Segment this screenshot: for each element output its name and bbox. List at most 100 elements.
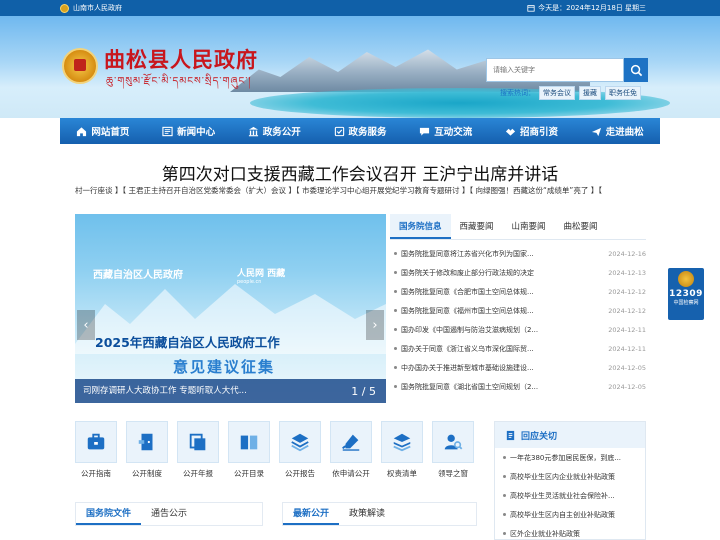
list-item[interactable]: 国务院批复同意《合肥市国土空间总体规... 2024-12-12 [390,282,646,301]
nav-item-home[interactable]: 网站首页 [60,118,146,144]
nav-item-gov-affairs[interactable]: 政务公开 [231,118,317,144]
tab-state-council[interactable]: 国务院信息 [390,214,451,239]
door-icon [138,433,153,451]
bullet [394,271,397,274]
slide-big-text: 意见建议征集 [173,358,276,376]
news-title: 国办关于同意《浙江省义乌市深化国际贸... [401,344,534,353]
procuratorate-12309-badge[interactable]: 12309 中国检察网 [668,268,704,320]
top-headline[interactable]: 第四次对口支援西藏工作会议召开 王沪宁出席并讲话 [60,160,660,185]
reply-title: 区外企业就业补贴政策 [510,529,580,538]
hot-term[interactable]: 援藏 [579,86,601,100]
list-item[interactable]: 国务院批复同意《湖北省国土空间规划（2... 2024-12-05 [390,377,646,396]
news-date: 2024-12-12 [608,306,646,315]
news-title: 国务院批复同意《合肥市国土空间总体规... [401,287,534,296]
hot-search-terms: 搜索热词： 常务会议 援藏 职务任免 [500,86,641,100]
list-item[interactable]: 高校毕业生区内企业就业补贴政策 [495,467,645,486]
briefcase-icon [87,433,105,450]
parent-site-link[interactable]: 山南市人民政府 [73,0,122,16]
quick-link-box [279,421,321,463]
news-icon [162,126,173,136]
reply-title: 高校毕业生灵活就业社会保险补... [510,491,615,500]
tab-latest-disclosure[interactable]: 最新公开 [283,503,340,525]
news-title: 国务院批复同意《福州市国土空间总体规... [401,306,534,315]
person-search-icon [444,434,463,450]
slide-org-name: 西藏自治区人民政府 [93,270,183,281]
site-subtitle-tibetan: ཆུ་གསུམ་རྫོང་མི་དམངས་སྲིད་གཞུང་། [106,76,252,87]
tab-qusong-news[interactable]: 曲松要闻 [555,214,607,239]
news-title: 中办国办关于推进新型城市基础设施建设... [401,363,534,372]
calendar-icon [527,5,535,12]
tab-tibet-news[interactable]: 西藏要闻 [451,214,503,239]
quick-link-box [75,421,117,463]
search-icon [630,64,642,76]
quick-link-label: 公开报告 [285,469,315,478]
national-emblem-icon [60,3,69,13]
search-button[interactable] [624,58,648,82]
hot-term[interactable]: 常务会议 [539,86,575,100]
nav-item-label: 互动交流 [434,127,473,138]
hot-search-label: 搜索热词： [500,89,535,97]
slide-caption[interactable]: 司刚存调研人大政协工作 专题听取人大代... [75,379,386,403]
copy-icon [189,433,206,451]
top-bar: 山南市人民政府 今天是：2024年12月18日 星期三 [0,0,720,16]
list-item[interactable]: 区外企业就业补贴政策 [495,524,645,539]
hot-term[interactable]: 职务任免 [605,86,641,100]
bullet [394,328,397,331]
tab-state-council-docs[interactable]: 国务院文件 [76,503,142,525]
list-item[interactable]: 高校毕业生区内自主创业补贴政策 [495,505,645,524]
document-icon [506,430,515,440]
bullet [503,475,506,478]
bullet [394,309,397,312]
emblem-icon [678,271,694,287]
slide-media-sub: people.cn [237,279,262,285]
list-item[interactable]: 高校毕业生灵活就业社会保险补... [495,486,645,505]
tab-notices[interactable]: 通告公示 [141,503,197,525]
quick-links: 公开指南 公开制度 公开年报 公开目录 公开报告 依申请公开 权责清单 领导之窗 [75,421,477,481]
quick-link-system[interactable]: 公开制度 [126,421,168,481]
list-item[interactable]: 国务院批复同意将江苏省兴化市列为国家... 2024-12-16 [390,244,646,263]
response-concerns-panel: 回应关切 一年花380元参加居民医保，到底... 高校毕业生区内企业就业补贴政策… [494,421,646,540]
quick-link-leaders[interactable]: 领导之窗 [432,421,474,481]
list-item[interactable]: 国务院关于修改和废止部分行政法规的决定 2024-12-13 [390,263,646,282]
nav-item-about-qusong[interactable]: 走进曲松 [574,118,660,144]
nav-item-interaction[interactable]: 互动交流 [403,118,489,144]
quick-link-box [126,421,168,463]
list-item[interactable]: 国务院批复同意《福州市国土空间总体规... 2024-12-12 [390,301,646,320]
quick-link-guide[interactable]: 公开指南 [75,421,117,481]
news-date: 2024-12-16 [608,249,646,258]
news-title: 国办印发《中国遏制与防治艾滋病规划（2... [401,325,539,334]
nav-item-gov-service[interactable]: 政务服务 [317,118,403,144]
news-slideshow[interactable]: 西藏自治区人民政府 人民网 西藏 people.cn 2025年西藏自治区人民政府… [75,214,386,403]
quick-link-box [228,421,270,463]
quick-link-apply[interactable]: 依申请公开 [330,421,372,481]
tab-shannan-news[interactable]: 山南要闻 [503,214,555,239]
news-date: 2024-12-11 [608,344,646,353]
list-item[interactable]: 国办印发《中国遏制与防治艾滋病规划（2... 2024-12-11 [390,320,646,339]
list-item[interactable]: 中办国办关于推进新型城市基础设施建设... 2024-12-05 [390,358,646,377]
quick-link-catalog[interactable]: 公开目录 [228,421,270,481]
slide-prev-button[interactable]: ‹ [77,310,95,340]
news-date: 2024-12-05 [608,363,646,372]
news-date: 2024-12-13 [608,268,646,277]
search-input[interactable] [486,58,624,82]
news-title: 国务院关于修改和废止部分行政法规的决定 [401,268,534,277]
nav-item-investment[interactable]: 招商引资 [489,118,575,144]
list-item[interactable]: 国办关于同意《浙江省义乌市深化国际贸... 2024-12-11 [390,339,646,358]
chevron-left-icon: ‹ [83,317,89,333]
news-title: 国务院批复同意将江苏省兴化市列为国家... [401,249,534,258]
book-icon [240,435,258,450]
quick-link-label: 权责清单 [387,469,417,478]
bullet [503,532,506,535]
list-item[interactable]: 一年花380元参加居民医保，到底... [495,448,645,467]
chevron-right-icon: › [372,317,378,333]
quick-link-power-list[interactable]: 权责清单 [381,421,423,481]
quick-link-annual-report[interactable]: 公开年报 [177,421,219,481]
news-ticker[interactable]: 村一行座谈 】【 王君正主持召开自治区党委常委会（扩大）会议 】【 市委理论学习… [75,185,649,196]
quick-link-report[interactable]: 公开报告 [279,421,321,481]
service-icon [334,126,344,136]
slide-next-button[interactable]: › [366,310,384,340]
slide-caption-text: 司刚存调研人大政协工作 专题听取人大代... [83,386,247,396]
tab-policy-interpretation[interactable]: 政策解读 [339,503,395,525]
panel-title[interactable]: 回应关切 [521,429,557,442]
nav-item-news[interactable]: 新闻中心 [146,118,232,144]
